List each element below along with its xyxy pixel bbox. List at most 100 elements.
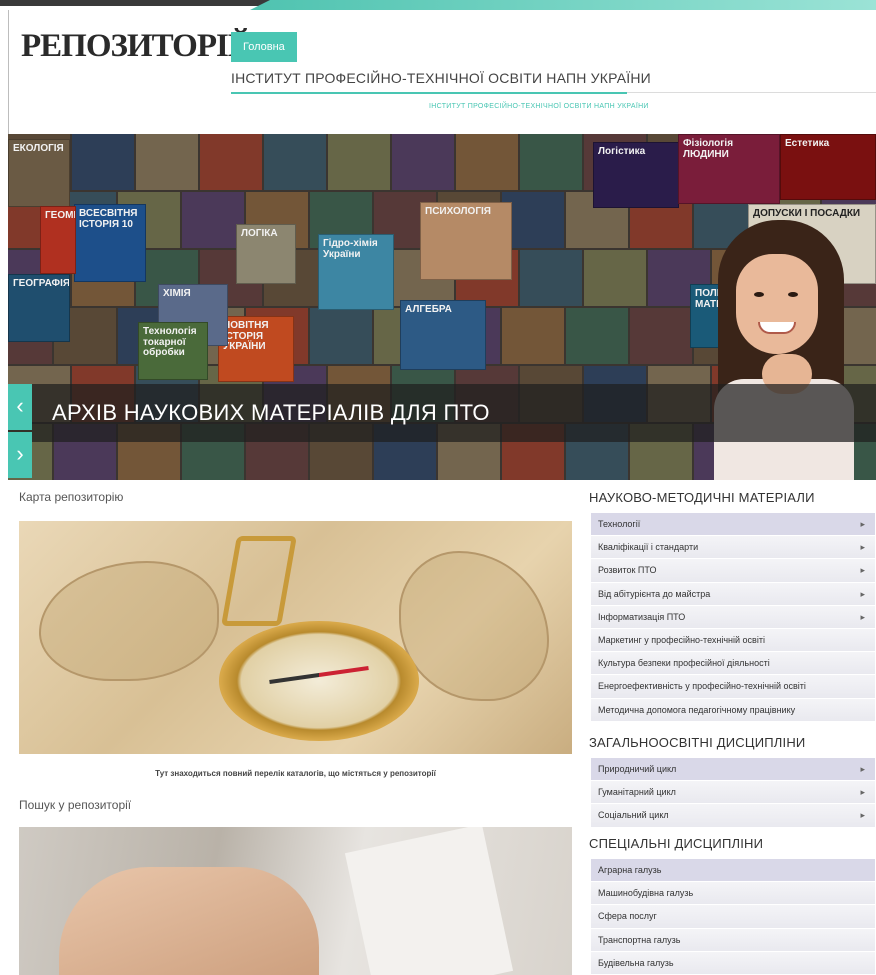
book-cover: Фізіологія ЛЮДИНИ bbox=[678, 134, 780, 204]
top-stripe bbox=[0, 0, 876, 10]
book-cover-bg bbox=[310, 308, 372, 364]
institute-subtitle: ІНСТИТУТ ПРОФЕСІЙНО-ТЕХНІЧНОЇ ОСВІТИ НАП… bbox=[429, 103, 649, 110]
menu-item[interactable]: Аграрна галузь bbox=[591, 859, 875, 883]
repository-map-image[interactable] bbox=[19, 521, 572, 754]
book-cover: Технологія токарної обробки bbox=[138, 322, 208, 380]
menu-item-label: Машинобудівна галузь bbox=[598, 888, 694, 899]
chevron-right-icon: ▸ bbox=[860, 611, 865, 622]
book-cover-bg bbox=[456, 134, 518, 190]
menu-item-label: Аграрна галузь bbox=[598, 865, 662, 875]
menu-item[interactable]: Природничий цикл ▸ bbox=[591, 758, 875, 782]
chevron-right-icon: ▸ bbox=[860, 519, 865, 529]
logo-text: РЕПОЗИТОРІЙ bbox=[21, 28, 254, 64]
menu-item-label: Культура безпеки професійної діяльності bbox=[598, 658, 770, 669]
menu-item[interactable]: Культура безпеки професійної діяльності bbox=[591, 652, 875, 676]
book-cover: ГЕОМЕТРІЯ bbox=[40, 206, 76, 274]
chevron-left-icon: ‹ bbox=[16, 393, 24, 418]
menu-item-label: Енергоефективність у професійно-технічні… bbox=[598, 681, 806, 692]
institute-title: ІНСТИТУТ ПРОФЕСІЙНО-ТЕХНІЧНОЇ ОСВІТИ НАП… bbox=[231, 70, 651, 86]
section-heading-methodical: НАУКОВО-МЕТОДИЧНІ МАТЕРІАЛИ bbox=[589, 490, 815, 505]
hero-banner: ЕКОЛОГІЯ ВСЕСВІТНЯ ІСТОРІЯ 10 ЛОГІКА ПСИХОЛ… bbox=[8, 134, 876, 480]
book-cover-bg bbox=[264, 134, 326, 190]
menu-item-label: Соціальний цикл bbox=[598, 810, 669, 821]
menu-item-label: Маркетинг у професійно-технічній освіті bbox=[598, 634, 765, 645]
chevron-right-icon: ▸ bbox=[860, 764, 865, 774]
menu-item-label: Гуманітарний цикл bbox=[598, 787, 676, 798]
menu-item-label: Сфера послуг bbox=[598, 911, 657, 922]
book-cover: Гідро-хімія України bbox=[318, 234, 394, 310]
menu-item[interactable]: Методична допомога педагогічному працівн… bbox=[591, 698, 875, 722]
book-cover: ВСЕСВІТНЯ ІСТОРІЯ 10 bbox=[74, 204, 146, 282]
search-heading[interactable]: Пошук у репозиторії bbox=[19, 798, 131, 812]
menu-item[interactable]: Від абітурієнта до майстра ▸ bbox=[591, 582, 875, 606]
menu-item[interactable]: Будівельна галузь bbox=[591, 951, 875, 975]
portrait-eye bbox=[754, 292, 764, 297]
menu-item-label: Інформатизація ПТО bbox=[598, 611, 686, 622]
menu-item[interactable]: Інформатизація ПТО ▸ bbox=[591, 605, 875, 629]
site-logo[interactable]: РЕПОЗИТОРІЙ bbox=[21, 28, 254, 65]
general-menu: Природничий цикл ▸ Гуманітарний цикл ▸ Соціа… bbox=[591, 758, 875, 828]
top-stripe-teal bbox=[250, 0, 876, 10]
chevron-right-icon: ▸ bbox=[860, 810, 865, 821]
header-divider bbox=[627, 92, 876, 93]
menu-item[interactable]: Розвиток ПТО ▸ bbox=[591, 559, 875, 583]
compass-lid bbox=[221, 536, 297, 626]
book-cover-bg bbox=[72, 134, 134, 190]
nav-home-button[interactable]: Головна bbox=[231, 32, 297, 62]
methodical-menu: Технології ▸ Кваліфікації і стандарти ▸ Розв… bbox=[591, 513, 875, 722]
menu-item[interactable]: Гуманітарний цикл ▸ bbox=[591, 781, 875, 805]
book-cover-bg bbox=[520, 250, 582, 306]
book-cover-bg bbox=[200, 134, 262, 190]
menu-item-label: Природничий цикл bbox=[598, 764, 677, 774]
map-heading[interactable]: Карта репозиторію bbox=[19, 490, 123, 504]
book-cover: ЕКОЛОГІЯ bbox=[8, 139, 70, 207]
menu-item[interactable]: Кваліфікації і стандарти ▸ bbox=[591, 536, 875, 560]
menu-item-label: Транспортна галузь bbox=[598, 934, 681, 945]
portrait-face bbox=[736, 254, 818, 354]
menu-item[interactable]: Технології ▸ bbox=[591, 513, 875, 537]
slider-next-button[interactable]: › bbox=[8, 432, 32, 478]
menu-item-label: Від абітурієнта до майстра bbox=[598, 588, 711, 599]
menu-item[interactable]: Машинобудівна галузь bbox=[591, 882, 875, 906]
institute-underline bbox=[231, 92, 627, 94]
section-heading-special: СПЕЦІАЛЬНІ ДИСЦИПЛІНИ bbox=[589, 836, 764, 851]
map-caption: Тут знаходиться повний перелік каталогів… bbox=[155, 769, 436, 778]
book-cover: ПСИХОЛОГІЯ bbox=[420, 202, 512, 280]
menu-item[interactable]: Сфера послуг bbox=[591, 905, 875, 929]
book-cover: Естетика bbox=[780, 134, 876, 200]
portrait-eye bbox=[788, 292, 798, 297]
book-cover-bg bbox=[520, 134, 582, 190]
special-menu: Аграрна галузь Машинобудівна галузь Сфера … bbox=[591, 859, 875, 975]
chevron-right-icon: › bbox=[16, 441, 24, 466]
menu-item[interactable]: Соціальний цикл ▸ bbox=[591, 804, 875, 828]
book-cover: НОВІТНЯ ІСТОРІЯ УКРАЇНИ bbox=[218, 316, 294, 382]
map-land bbox=[399, 551, 549, 701]
chevron-right-icon: ▸ bbox=[860, 565, 865, 576]
book-cover-bg bbox=[328, 134, 390, 190]
repository-search-image[interactable] bbox=[19, 827, 572, 975]
book-cover-bg bbox=[182, 192, 244, 248]
book-cover: Логістика bbox=[593, 142, 679, 208]
book-cover-bg bbox=[502, 308, 564, 364]
book-cover-bg bbox=[630, 308, 692, 364]
search-image-hand bbox=[59, 867, 319, 975]
menu-item[interactable]: Маркетинг у професійно-технічній освіті bbox=[591, 628, 875, 653]
book-cover: АЛГЕБРА bbox=[400, 300, 486, 370]
book-cover-bg bbox=[584, 250, 646, 306]
section-heading-general: ЗАГАЛЬНООСВІТНІ ДИСЦИПЛІНИ bbox=[589, 735, 806, 750]
top-stripe-dark bbox=[0, 0, 270, 6]
book-cover-bg bbox=[392, 134, 454, 190]
book-cover-bg bbox=[136, 134, 198, 190]
menu-item[interactable]: Енергоефективність у професійно-технічні… bbox=[591, 675, 875, 699]
chevron-right-icon: ▸ bbox=[860, 542, 865, 553]
menu-item[interactable]: Транспортна галузь bbox=[591, 928, 875, 952]
search-image-paper bbox=[344, 827, 514, 975]
chevron-right-icon: ▸ bbox=[860, 787, 865, 798]
compass-icon bbox=[219, 621, 419, 741]
book-cover: ЛОГІКА bbox=[236, 224, 296, 284]
site-header: РЕПОЗИТОРІЙ Головна ІНСТИТУТ ПРОФЕСІЙНО-… bbox=[8, 10, 876, 134]
slider-prev-button[interactable]: ‹ bbox=[8, 384, 32, 430]
hero-caption: АРХІВ НАУКОВИХ МАТЕРІАЛІВ ДЛЯ ПТО bbox=[52, 400, 490, 425]
menu-item-label: Будівельна галузь bbox=[598, 957, 674, 968]
chevron-right-icon: ▸ bbox=[860, 588, 865, 599]
